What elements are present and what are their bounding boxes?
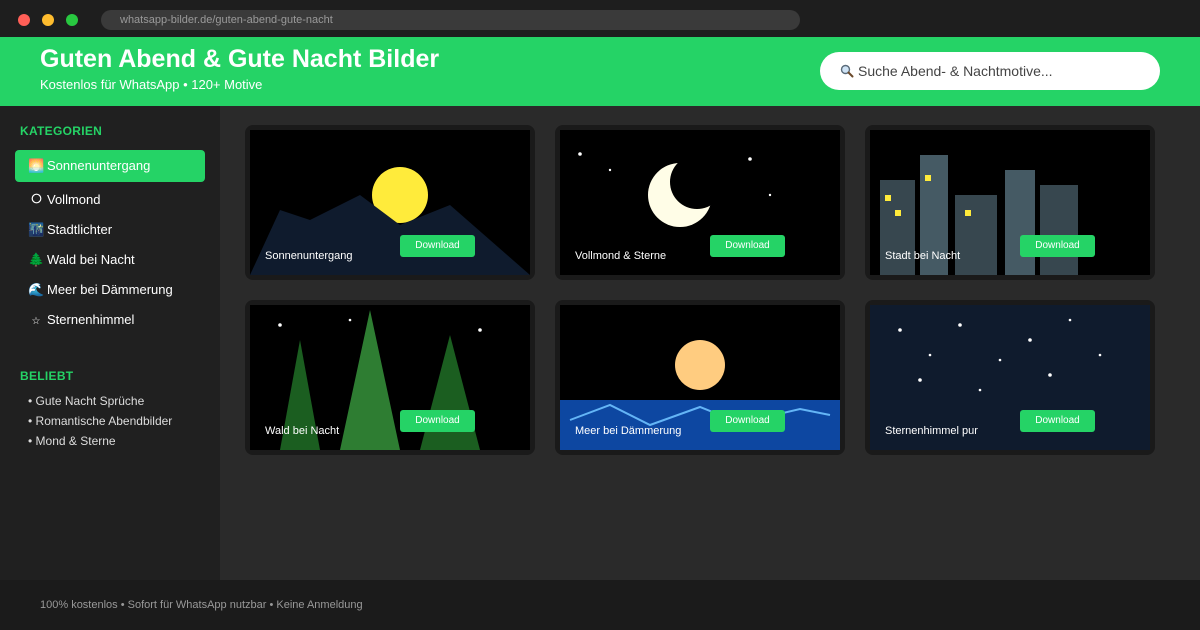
site-header: Guten Abend & Gute Nacht Bilder Kostenlo… [0,37,1200,106]
card-label: Wald bei Nacht [265,425,340,437]
card-label: Stadt bei Nacht [885,250,961,262]
popular-link-mond-sterne[interactable]: • Mond & Sterne [28,434,116,448]
tree-icon: 🌲 [28,252,45,267]
image-card-sternenhimmel-pur[interactable]: Sternenhimmel pur Download [865,300,1155,455]
sidebar-item-vollmond[interactable]: Vollmond [15,184,205,216]
page-subtitle: Kostenlos für WhatsApp • 120+ Motive [40,77,263,92]
sidebar-item-sonnenuntergang[interactable]: 🌅 Sonnenuntergang [15,150,205,182]
image-gallery: Sonnenuntergang Download Vollmond & Ster… [220,106,1200,580]
card-label: Sonnenuntergang [265,250,353,262]
download-button[interactable]: Download [1020,410,1095,432]
download-button[interactable]: Download [710,235,785,257]
search-icon [840,64,854,78]
footer-text: 100% kostenlos • Sofort für WhatsApp nut… [40,599,363,611]
image-card-vollmond-sterne[interactable]: Vollmond & Sterne Download [555,125,845,280]
card-label: Sternenhimmel pur [885,425,978,437]
sidebar-item-label: Meer bei Dämmerung [47,282,173,297]
categories-heading: KATEGORIEN [20,124,103,138]
page: whatsapp-bilder.de/guten-abend-gute-nach… [0,0,1200,630]
image-card-sonnenuntergang[interactable]: Sonnenuntergang Download [245,125,535,280]
sidebar-item-label: Stadtlichter [47,222,113,237]
card-label: Vollmond & Sterne [575,250,667,262]
wave-icon: 🌊 [28,282,45,297]
site-footer: 100% kostenlos • Sofort für WhatsApp nut… [0,580,1200,630]
sidebar: KATEGORIEN 🌅 Sonnenuntergang Vollmond 🌃 St… [0,106,220,580]
sunset-icon: 🌅 [28,158,45,173]
sidebar-item-sternenhimmel[interactable]: ☆ Sternenhimmel [15,304,205,336]
download-button[interactable]: Download [710,410,785,432]
popular-heading: BELIEBT [20,369,74,383]
sidebar-item-wald-bei-nacht[interactable]: 🌲 Wald bei Nacht [15,244,205,276]
minimize-window-button[interactable] [42,14,54,26]
sidebar-item-label: Wald bei Nacht [47,252,135,267]
card-label: Meer bei Dämmerung [575,425,682,437]
sidebar-item-label: Vollmond [47,192,101,207]
download-button[interactable]: Download [400,410,475,432]
city-lights-icon: 🌃 [28,222,45,237]
image-card-wald-bei-nacht[interactable]: Wald bei Nacht Download [245,300,535,455]
page-title: Guten Abend & Gute Nacht Bilder [40,45,440,73]
sidebar-item-meer-bei-daemmerung[interactable]: 🌊 Meer bei Dämmerung [15,274,205,306]
popular-link-gute-nacht-sprueche[interactable]: • Gute Nacht Sprüche [28,394,144,408]
maximize-window-button[interactable] [66,14,78,26]
full-moon-icon [28,184,44,216]
sidebar-item-label: Sonnenuntergang [47,158,151,173]
address-bar[interactable]: whatsapp-bilder.de/guten-abend-gute-nach… [101,10,800,30]
download-button[interactable]: Download [1020,235,1095,257]
sidebar-item-stadtlichter[interactable]: 🌃 Stadtlichter [15,214,205,246]
popular-link-romantische-abendbilder[interactable]: • Romantische Abendbilder [28,414,172,428]
star-icon: ☆ [31,316,41,327]
close-window-button[interactable] [18,14,30,26]
search-input[interactable] [820,52,1160,90]
browser-toolbar: whatsapp-bilder.de/guten-abend-gute-nach… [0,0,1200,37]
image-card-meer-bei-daemmerung[interactable]: Meer bei Dämmerung Download [555,300,845,455]
download-button[interactable]: Download [400,235,475,257]
image-card-stadt-bei-nacht[interactable]: Stadt bei Nacht Download [865,125,1155,280]
sidebar-item-label: Sternenhimmel [47,312,135,327]
